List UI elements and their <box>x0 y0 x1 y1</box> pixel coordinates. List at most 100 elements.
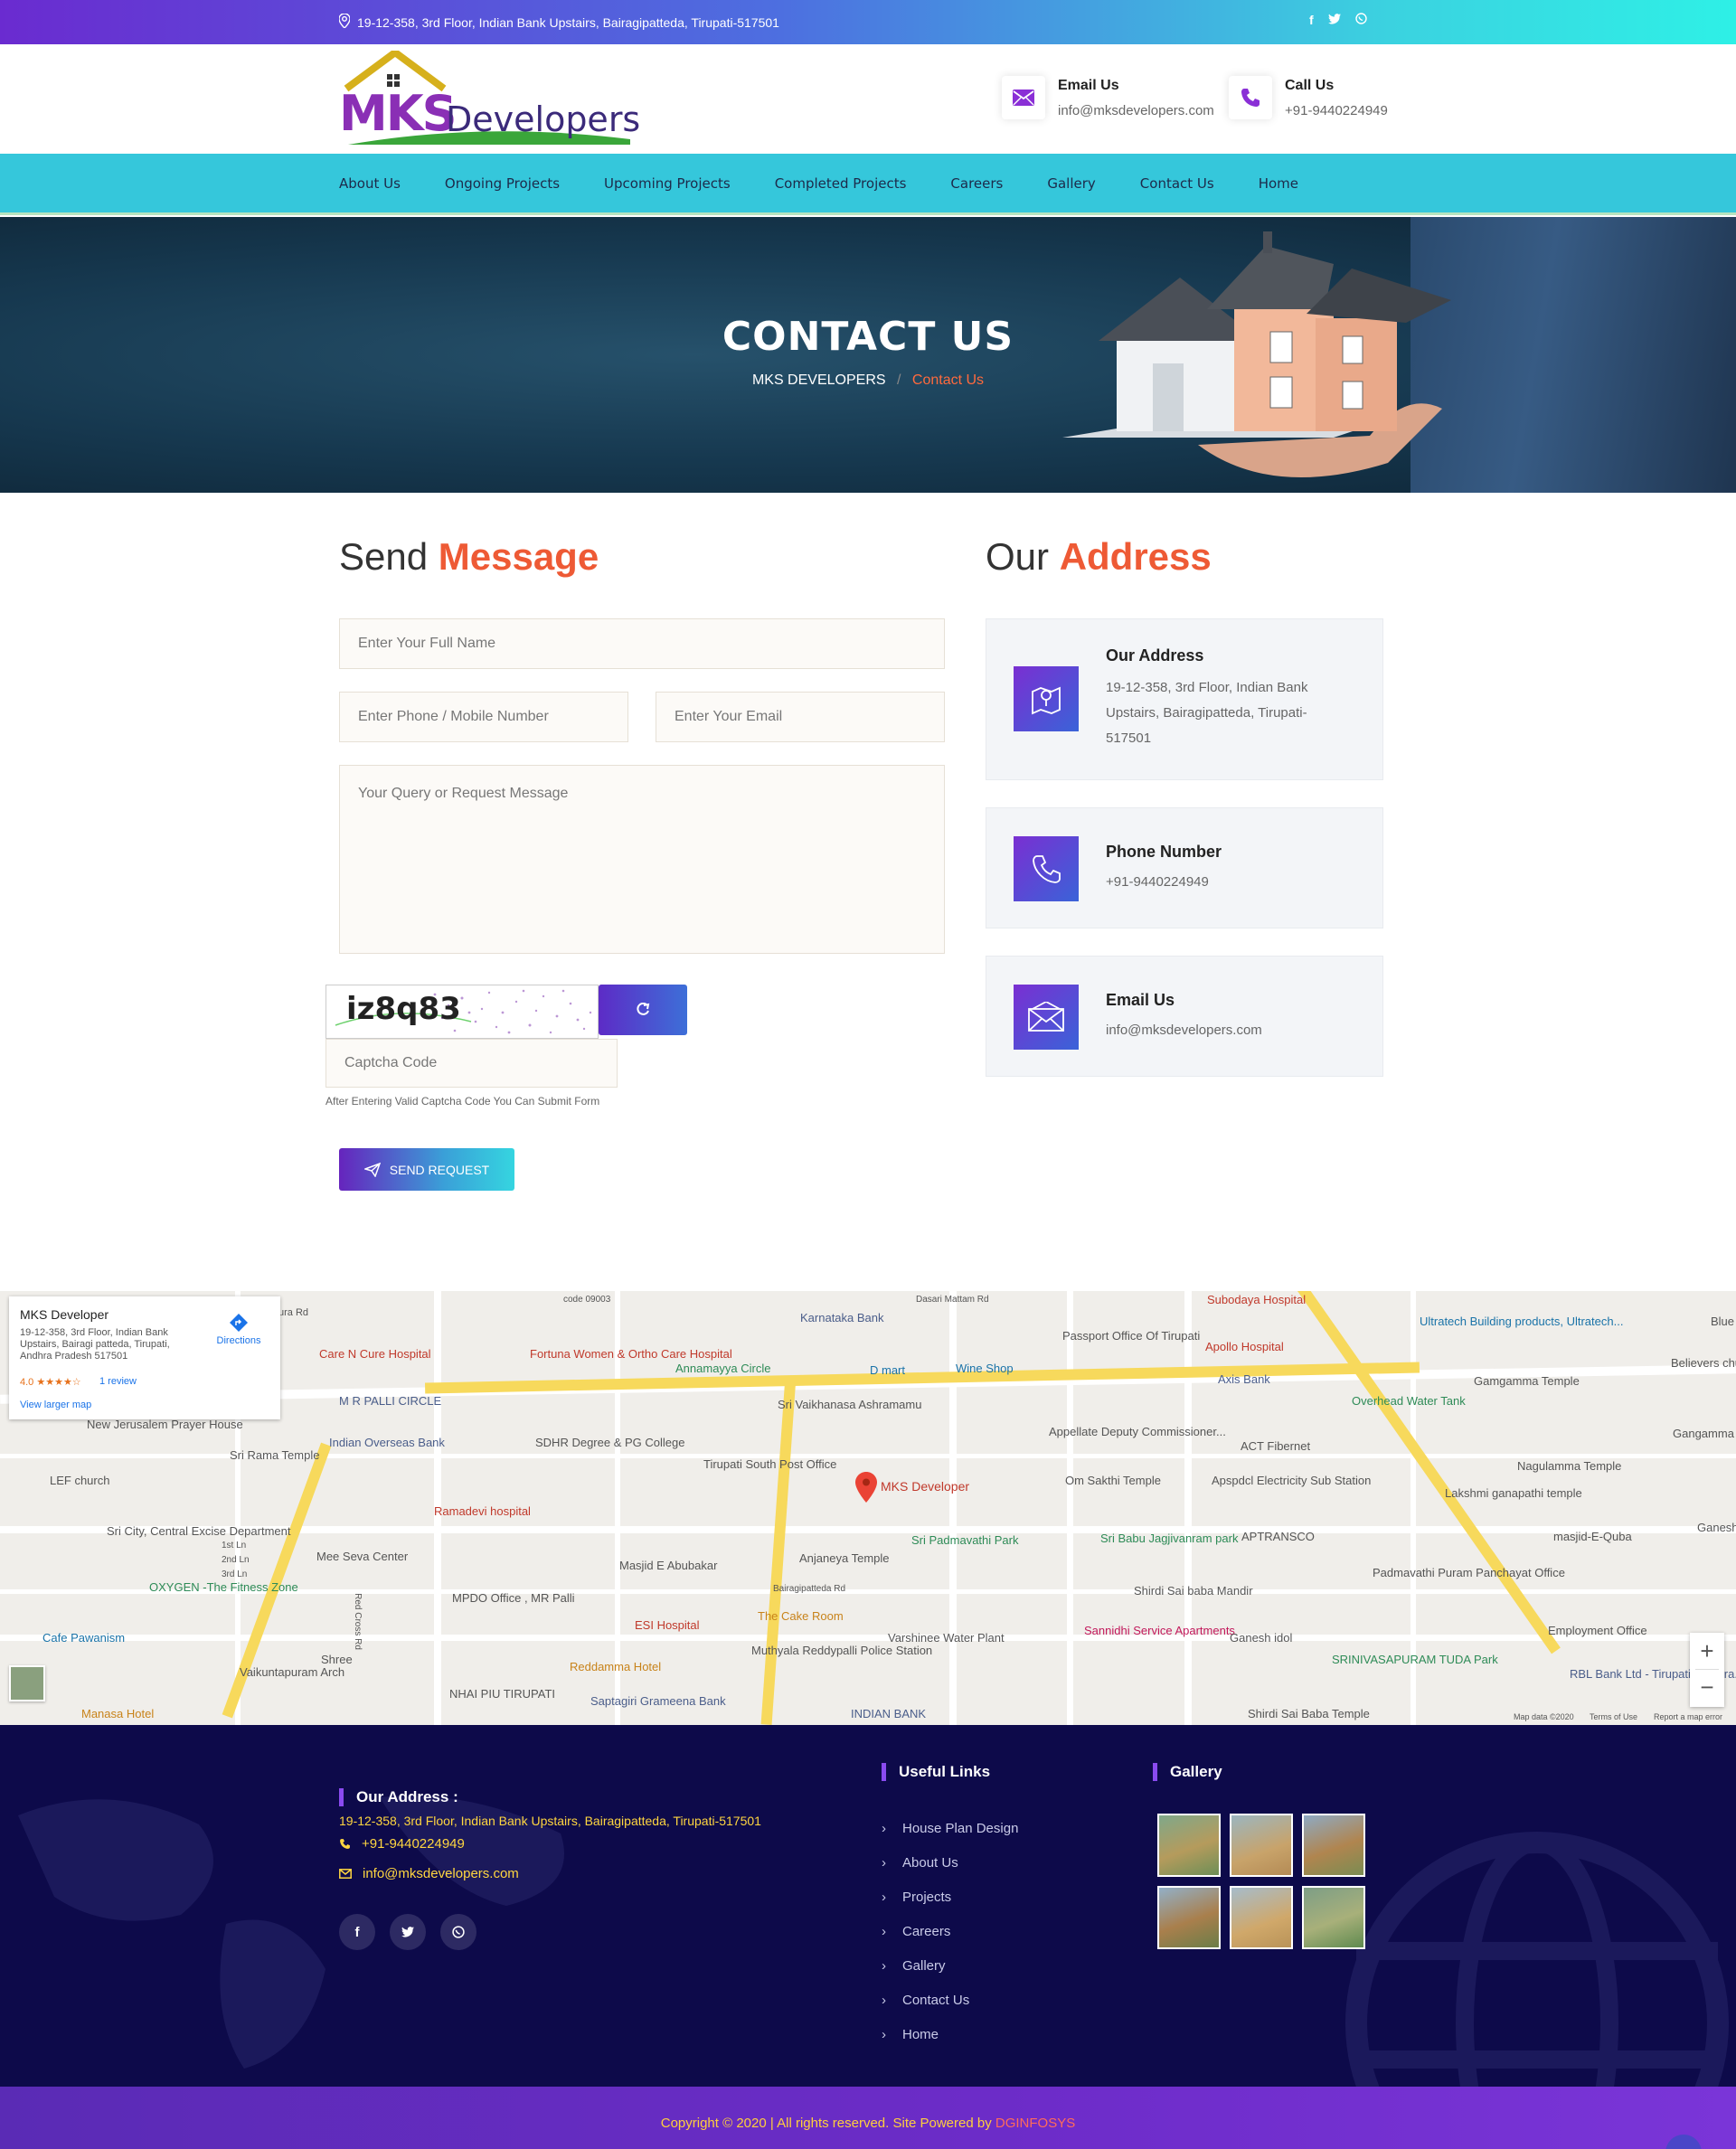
send-request-button[interactable]: SEND REQUEST <box>339 1148 514 1191</box>
captcha-refresh-button[interactable] <box>599 985 687 1035</box>
nav-completed-projects[interactable]: Completed Projects <box>775 175 907 192</box>
gallery-thumbnail[interactable] <box>1157 1814 1221 1877</box>
site-header <box>0 44 1736 154</box>
zoom-out-button[interactable]: − <box>1690 1670 1724 1706</box>
map-card-title: MKS Developer <box>20 1307 109 1322</box>
footer-phone[interactable]: +91-9440224949 <box>339 1836 465 1852</box>
map-place: Sannidhi Service Apartments <box>1084 1624 1235 1637</box>
footer-whatsapp-icon[interactable] <box>440 1914 476 1950</box>
email-input[interactable]: Enter Your Email <box>656 692 945 742</box>
phone-input[interactable]: Enter Phone / Mobile Number <box>339 692 628 742</box>
header-email[interactable]: Email Us info@mksdevelopers.com <box>1002 76 1214 119</box>
chevron-right-icon: › <box>882 1992 886 2008</box>
footer-address: 19-12-358, 3rd Floor, Indian Bank Upstai… <box>339 1814 761 1828</box>
map-place: Employment Office <box>1548 1624 1647 1637</box>
gallery-thumbnail[interactable] <box>1230 1814 1293 1877</box>
footer-facebook-icon[interactable]: f <box>339 1914 375 1950</box>
map-marker[interactable] <box>855 1472 877 1507</box>
nav-ongoing-projects[interactable]: Ongoing Projects <box>445 175 560 192</box>
map-place: NHAI PIU TIRUPATI <box>449 1687 556 1701</box>
map-place: Apspdcl Electricity Sub Station <box>1212 1474 1372 1487</box>
map-place: Vaikuntapuram Arch <box>240 1665 345 1679</box>
gallery-thumbnail[interactable] <box>1230 1886 1293 1949</box>
map-place: Sri Vaikhanasa Ashramamu <box>778 1398 922 1411</box>
our-address-heading: Our Address <box>986 535 1212 579</box>
email-card-value[interactable]: info@mksdevelopers.com <box>1106 1018 1341 1043</box>
nav-upcoming-projects[interactable]: Upcoming Projects <box>604 175 731 192</box>
email-card: Email Us info@mksdevelopers.com <box>986 956 1383 1077</box>
gallery-thumbnail[interactable] <box>1302 1886 1365 1949</box>
nav-home[interactable]: Home <box>1259 175 1298 192</box>
page-banner: CONTACT US MKS DEVELOPERS / Contact Us <box>0 217 1736 493</box>
nav-gallery[interactable]: Gallery <box>1047 175 1095 192</box>
header-call-value[interactable]: +91-9440224949 <box>1285 103 1388 118</box>
envelope-icon <box>1002 76 1045 119</box>
whatsapp-icon[interactable] <box>1354 13 1367 27</box>
nav-contact-us[interactable]: Contact Us <box>1140 175 1214 192</box>
company-logo[interactable]: MKS Developers <box>339 49 640 150</box>
top-address: 19-12-358, 3rd Floor, Indian Bank Upstai… <box>338 13 779 31</box>
map-place: Shirdi Sai baba Mandir <box>1134 1584 1253 1598</box>
our-address-heading-a: Our <box>986 535 1050 578</box>
footer-link-about-us[interactable]: › About Us <box>882 1845 1018 1880</box>
powered-by-link[interactable]: DGINFOSYS <box>995 2116 1075 2131</box>
footer-link-gallery[interactable]: › Gallery <box>882 1948 1018 1983</box>
zoom-in-button[interactable]: + <box>1690 1633 1724 1669</box>
nav-about-us[interactable]: About Us <box>339 175 401 192</box>
footer-link-label: House Plan Design <box>902 1820 1019 1836</box>
map-card-larger-map[interactable]: View larger map <box>20 1400 91 1410</box>
map-terms-link[interactable]: Terms of Use <box>1590 1712 1637 1721</box>
map-place: The Cake Room <box>758 1609 844 1623</box>
map-place: Indian Overseas Bank <box>329 1436 445 1449</box>
footer-email[interactable]: info@mksdevelopers.com <box>339 1866 519 1881</box>
map-report-link[interactable]: Report a map error <box>1654 1712 1722 1721</box>
gallery-thumbnail[interactable] <box>1157 1886 1221 1949</box>
footer-link-house-plan-design[interactable]: › House Plan Design <box>882 1811 1018 1845</box>
footer-link-projects[interactable]: › Projects <box>882 1880 1018 1914</box>
footer-twitter-icon[interactable] <box>390 1914 426 1950</box>
footer-link-careers[interactable]: › Careers <box>882 1914 1018 1948</box>
gallery-thumbnail[interactable] <box>1302 1814 1365 1877</box>
map-place: Karnataka Bank <box>800 1311 884 1324</box>
footer-link-label: Projects <box>902 1889 952 1905</box>
chevron-right-icon: › <box>882 1854 886 1871</box>
captcha-input[interactable]: Captcha Code <box>326 1039 618 1088</box>
map-place: M R PALLI CIRCLE <box>339 1394 442 1408</box>
map-satellite-toggle[interactable] <box>9 1665 45 1701</box>
header-call-label: Call Us <box>1285 78 1335 93</box>
location-pin-icon <box>338 13 351 31</box>
header-phone[interactable]: Call Us +91-9440224949 <box>1229 76 1388 119</box>
map-road-label: code 09003 <box>563 1295 611 1305</box>
full-name-input[interactable]: Enter Your Full Name <box>339 618 945 669</box>
header-email-value[interactable]: info@mksdevelopers.com <box>1058 103 1214 118</box>
breadcrumb-home[interactable]: MKS DEVELOPERS <box>752 372 886 388</box>
message-textarea[interactable]: Your Query or Request Message <box>339 765 945 954</box>
breadcrumb-current: Contact Us <box>911 372 985 388</box>
map-place: D mart <box>870 1363 905 1377</box>
map-place: Ganesh t <box>1697 1521 1736 1534</box>
map-zoom-controls: + − <box>1690 1633 1724 1707</box>
top-bar: 19-12-358, 3rd Floor, Indian Bank Upstai… <box>0 0 1736 44</box>
twitter-icon[interactable] <box>1327 13 1341 27</box>
map-marker-label: MKS Developer <box>881 1479 970 1494</box>
map-pin-icon <box>855 1472 877 1503</box>
map-place: Tirupati South Post Office <box>703 1457 837 1471</box>
map-place: Apollo Hospital <box>1205 1340 1284 1353</box>
map-place: Gamgamma Temple <box>1474 1374 1580 1388</box>
map-place: Masjid E Abubakar <box>619 1559 718 1572</box>
chevron-right-icon: › <box>882 2026 886 2042</box>
map-place: Gangamma Temp <box>1673 1427 1736 1440</box>
phone-card-value[interactable]: +91-9440224949 <box>1106 870 1341 895</box>
site-footer <box>0 1725 1736 2087</box>
map-place: Wine Shop <box>956 1362 1014 1375</box>
footer-link-home[interactable]: › Home <box>882 2017 1018 2051</box>
map-place: Lakshmi ganapathi temple <box>1445 1486 1582 1500</box>
footer-link-contact-us[interactable]: › Contact Us <box>882 1983 1018 2017</box>
facebook-icon[interactable]: f <box>1309 13 1314 27</box>
map-card-directions[interactable]: Directions <box>213 1313 264 1346</box>
map-card-reviews[interactable]: 1 review <box>99 1376 137 1387</box>
map-place: Ganesh idol <box>1230 1631 1293 1645</box>
map-place: Shree <box>321 1653 353 1666</box>
map-place: New Jerusalem Prayer House <box>87 1418 243 1431</box>
nav-careers[interactable]: Careers <box>950 175 1003 192</box>
